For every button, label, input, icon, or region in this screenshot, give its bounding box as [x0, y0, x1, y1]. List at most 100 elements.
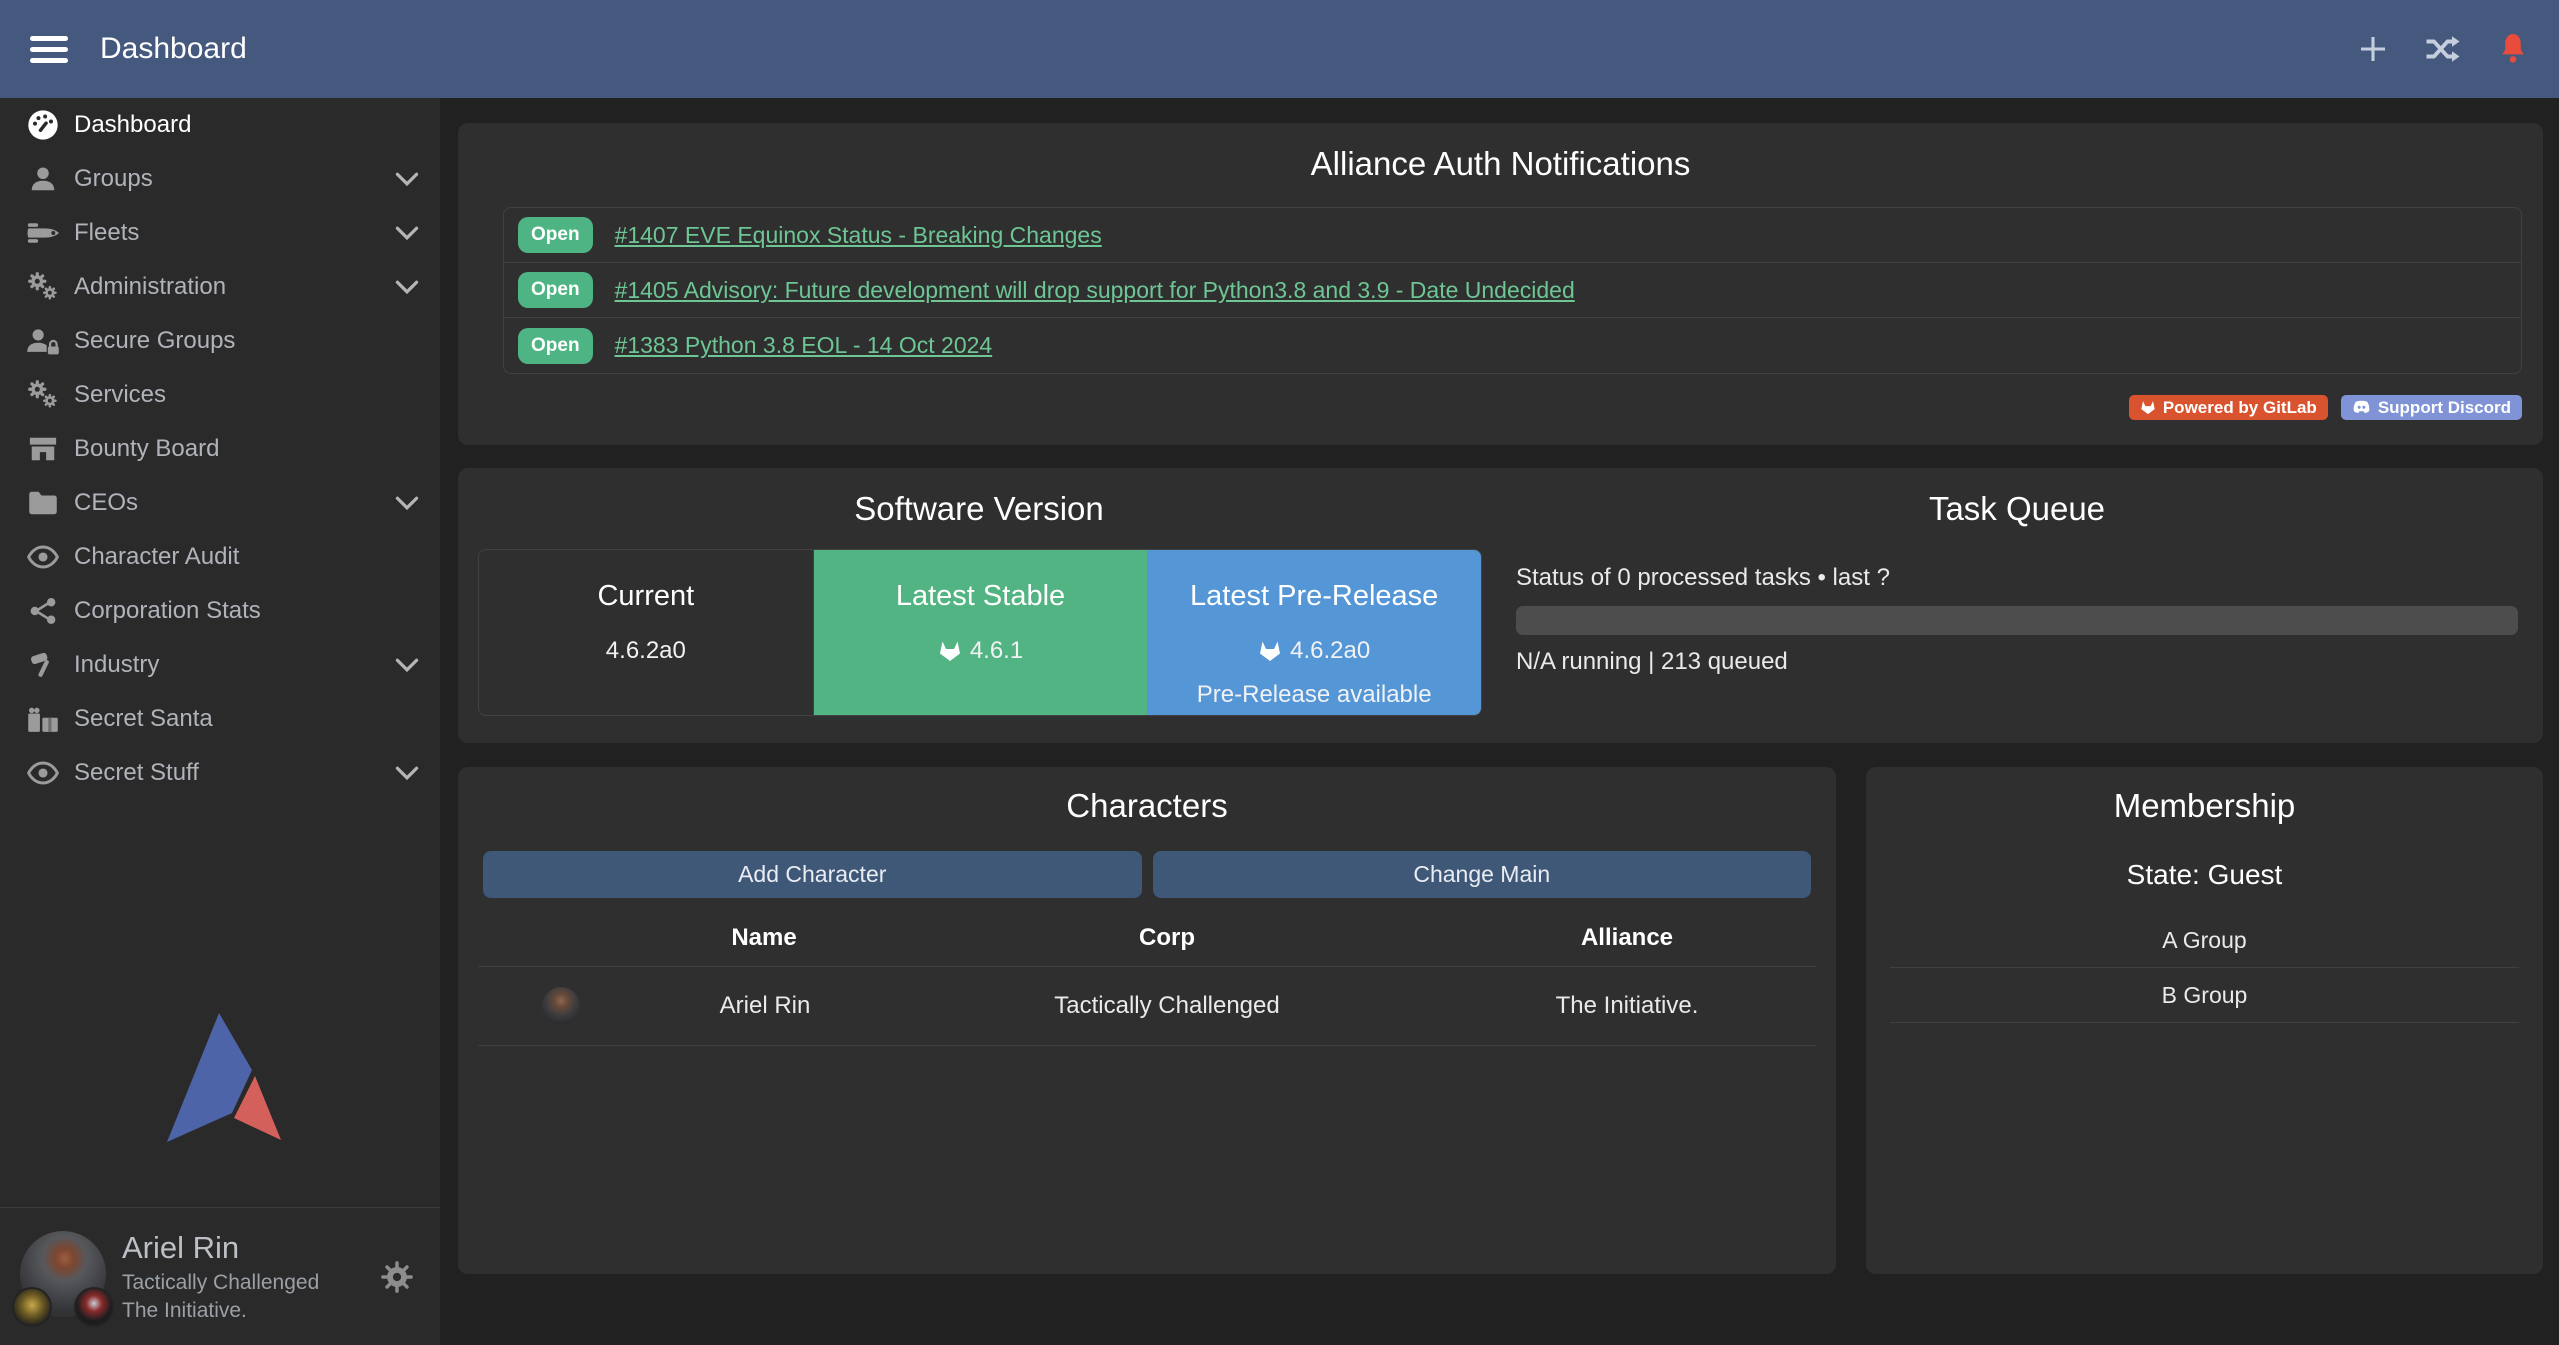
gears-icon: [20, 271, 66, 303]
user-icon: [20, 164, 66, 194]
table-row: Ariel Rin Tactically Challenged The Init…: [478, 967, 1816, 1045]
sidebar-item-label: Secure Groups: [74, 327, 235, 355]
shuffle-icon[interactable]: [2425, 31, 2461, 67]
task-queue-counts: N/A running | 213 queued: [1516, 648, 2518, 676]
add-character-button[interactable]: Add Character: [483, 851, 1142, 898]
version-value: 4.6.2a0: [606, 637, 686, 665]
sidebar-item-label: Corporation Stats: [74, 597, 261, 625]
gifts-icon: [20, 705, 66, 733]
main-content: Alliance Auth Notifications Open #1407 E…: [440, 98, 2559, 1345]
hammer-icon: [20, 650, 66, 680]
header-alliance: Alliance: [1581, 924, 1673, 952]
page-title: Dashboard: [100, 32, 247, 66]
gear-icon[interactable]: [380, 1260, 414, 1294]
sidebar-item-ceos[interactable]: CEOs: [0, 476, 440, 530]
membership-title: Membership: [1866, 787, 2543, 825]
notification-link[interactable]: #1383 Python 3.8 EOL - 14 Oct 2024: [615, 332, 993, 359]
sidebar-item-industry[interactable]: Industry: [0, 638, 440, 692]
character-portrait: [542, 987, 580, 1025]
notifications-list: Open #1407 EVE Equinox Status - Breaking…: [503, 207, 2522, 374]
notification-row: Open #1405 Advisory: Future development …: [504, 263, 2521, 318]
characters-table-header: Name Corp Alliance: [458, 910, 1836, 966]
notification-row: Open #1383 Python 3.8 EOL - 14 Oct 2024: [504, 318, 2521, 373]
version-value: 4.6.1: [970, 637, 1023, 665]
folder-icon: [20, 490, 66, 516]
status-badge: Open: [518, 328, 593, 364]
sidebar-item-secret-santa[interactable]: Secret Santa: [0, 692, 440, 746]
plus-icon[interactable]: [2355, 31, 2391, 67]
chevron-down-icon: [394, 765, 420, 781]
chevron-down-icon: [394, 657, 420, 673]
membership-state: State: Guest: [1866, 859, 2543, 891]
chevron-down-icon: [394, 171, 420, 187]
sidebar-item-label: Dashboard: [74, 111, 191, 139]
sidebar-item-administration[interactable]: Administration: [0, 260, 440, 314]
sidebar-item-secure-groups[interactable]: Secure Groups: [0, 314, 440, 368]
user-alliance: The Initiative.: [122, 1297, 319, 1325]
software-taskqueue-panel: Software Version Current 4.6.2a0 Latest …: [458, 468, 2543, 743]
alliance-auth-logo: [0, 1010, 440, 1145]
sidebar-item-fleets[interactable]: Fleets: [0, 206, 440, 260]
sidebar-item-groups[interactable]: Groups: [0, 152, 440, 206]
version-box: Current 4.6.2a0 Latest Stable 4.6.1 Late…: [478, 549, 1482, 716]
cell-corp: Tactically Challenged: [1054, 992, 1279, 1020]
sidebar-item-dashboard[interactable]: Dashboard: [0, 98, 440, 152]
sidebar-item-label: Administration: [74, 273, 226, 301]
sidebar-item-label: Character Audit: [74, 543, 239, 571]
version-cell-stable: Latest Stable 4.6.1: [814, 550, 1148, 715]
cell-name: Ariel Rin: [720, 992, 811, 1020]
top-navbar: Dashboard: [0, 0, 2559, 98]
sidebar-item-label: Fleets: [74, 219, 139, 247]
user-panel: Ariel Rin Tactically Challenged The Init…: [0, 1207, 440, 1345]
task-queue-title: Task Queue: [1516, 490, 2518, 528]
task-queue-status: Status of 0 processed tasks • last ?: [1516, 564, 2518, 592]
notification-link[interactable]: #1407 EVE Equinox Status - Breaking Chan…: [615, 222, 1102, 249]
characters-table: Name Corp Alliance Ariel Rin Tactically …: [458, 910, 1836, 1046]
status-badge: Open: [518, 272, 593, 308]
version-label: Current: [597, 580, 694, 613]
header-name: Name: [731, 924, 796, 952]
notifications-panel: Alliance Auth Notifications Open #1407 E…: [458, 123, 2543, 445]
eye-icon: [20, 761, 66, 785]
status-badge: Open: [518, 217, 593, 253]
software-version-title: Software Version: [458, 490, 1500, 528]
discord-badge-label: Support Discord: [2378, 398, 2511, 418]
gitlab-badge[interactable]: Powered by GitLab: [2129, 395, 2328, 420]
hamburger-icon[interactable]: [30, 36, 68, 63]
bell-icon[interactable]: [2495, 31, 2531, 67]
gitlab-icon: [938, 640, 962, 662]
task-queue-section: Task Queue Status of 0 processed tasks •…: [1500, 490, 2543, 743]
sidebar-item-label: Industry: [74, 651, 159, 679]
chevron-down-icon: [394, 495, 420, 511]
shuttle-icon: [20, 220, 66, 246]
sidebar-item-corporation-stats[interactable]: Corporation Stats: [0, 584, 440, 638]
user-name: Ariel Rin: [122, 1228, 319, 1269]
user-lock-icon: [20, 326, 66, 356]
sidebar-item-bounty-board[interactable]: Bounty Board: [0, 422, 440, 476]
version-label: Latest Pre-Release: [1190, 580, 1438, 613]
characters-panel: Characters Add Character Change Main Nam…: [458, 767, 1836, 1274]
header-corp: Corp: [1139, 924, 1195, 952]
eye-icon: [20, 545, 66, 569]
discord-badge[interactable]: Support Discord: [2341, 395, 2522, 420]
gitlab-badge-label: Powered by GitLab: [2163, 398, 2317, 418]
corp-logo: [12, 1287, 52, 1327]
characters-title: Characters: [458, 787, 1836, 825]
version-cell-prerelease: Latest Pre-Release 4.6.2a0 Pre-Release a…: [1147, 550, 1481, 715]
share-nodes-icon: [20, 597, 66, 625]
sidebar-item-secret-stuff[interactable]: Secret Stuff: [0, 746, 440, 800]
sidebar-item-character-audit[interactable]: Character Audit: [0, 530, 440, 584]
sidebar-item-services[interactable]: Services: [0, 368, 440, 422]
task-queue-progressbar: [1516, 606, 2518, 635]
list-item: A Group: [1890, 913, 2519, 968]
list-item: B Group: [1890, 968, 2519, 1023]
change-main-button[interactable]: Change Main: [1153, 851, 1812, 898]
gitlab-icon: [2140, 400, 2156, 415]
chevron-down-icon: [394, 225, 420, 241]
sidebar-item-label: Services: [74, 381, 166, 409]
sidebar: Dashboard Groups Fleets Administration: [0, 98, 440, 1345]
notification-link[interactable]: #1405 Advisory: Future development will …: [615, 277, 1575, 304]
cell-alliance: The Initiative.: [1556, 992, 1699, 1020]
chevron-down-icon: [394, 279, 420, 295]
prerelease-note: Pre-Release available: [1197, 681, 1432, 709]
